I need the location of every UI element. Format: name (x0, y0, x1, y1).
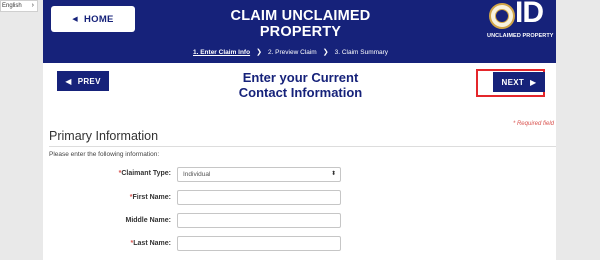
section-divider (49, 146, 556, 147)
step-arrow-icon: ❯ (322, 49, 329, 56)
chevron-right-icon: › (31, 2, 34, 9)
middle-name-label-text: Middle Name: (125, 217, 171, 224)
required-field-note: * Required field (512, 121, 554, 127)
last-name-field[interactable] (177, 236, 341, 251)
prev-button-label: PREV (77, 76, 101, 86)
arrow-right-icon: ▶ (530, 77, 537, 87)
logo-letters: ID (515, 0, 544, 29)
claimant-type-label: *Claimant Type: (43, 170, 171, 177)
home-button-label: HOME (83, 13, 114, 25)
page-title: CLAIM UNCLAIMED PROPERTY (230, 8, 371, 40)
step-preview-claim: 2. Preview Claim (267, 48, 317, 56)
header-bar: ◀ HOME CLAIM UNCLAIMED PROPERTY ID UNCLA… (43, 0, 556, 63)
prev-button[interactable]: ◀ PREV (57, 71, 109, 91)
logo-subtitle: UNCLAIMED PROPERTY (487, 33, 554, 39)
middle-name-field[interactable] (177, 213, 341, 228)
next-button[interactable]: NEXT ▶ (493, 72, 545, 92)
arrow-left-icon: ◀ (65, 76, 72, 86)
first-name-label: *First Name: (43, 194, 171, 201)
form-heading: Enter your Current Contact Information (193, 70, 408, 100)
section-instructions: Please enter the following information: (49, 151, 160, 158)
select-caret-icon: ⬍ (330, 171, 336, 177)
step-arrow-icon: ❯ (256, 49, 262, 56)
state-seal-icon (489, 3, 515, 29)
page-container: ◀ HOME CLAIM UNCLAIMED PROPERTY ID UNCLA… (43, 0, 556, 260)
claimant-type-label-text: Claimant Type: (121, 170, 171, 177)
claimant-type-select[interactable]: Individual ⬍ (177, 167, 341, 182)
home-button[interactable]: ◀ HOME (51, 6, 135, 32)
last-name-label: *Last Name: (43, 240, 171, 247)
language-label: English (2, 3, 22, 9)
section-title: Primary Information (49, 129, 159, 143)
next-button-label: NEXT (501, 77, 525, 87)
first-name-field[interactable] (177, 190, 341, 205)
claimant-type-value: Individual (183, 171, 211, 178)
language-select[interactable]: English › (0, 0, 38, 12)
form-heading-line2: Contact Information (238, 85, 363, 100)
last-name-label-text: Last Name: (133, 240, 171, 247)
first-name-label-text: First Name: (132, 194, 171, 201)
step-claim-summary: 3. Claim Summary (334, 48, 389, 56)
arrow-left-icon: ◀ (72, 16, 78, 23)
step-enter-claim-info[interactable]: 1. Enter Claim Info (193, 49, 250, 56)
form-heading-line1: Enter your Current (242, 70, 359, 85)
middle-name-label: Middle Name: (43, 217, 171, 224)
claim-steps: 1. Enter Claim Info ❯ 2. Preview Claim ❯… (193, 46, 388, 58)
